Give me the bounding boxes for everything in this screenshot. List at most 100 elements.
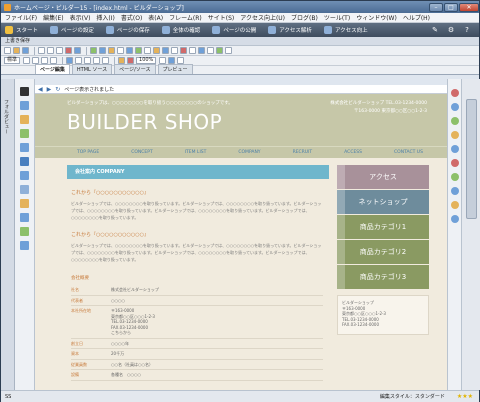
new-icon[interactable] [4,47,11,54]
vertical-scrollbar[interactable] [461,79,480,390]
image-icon[interactable] [90,47,97,54]
help-icon[interactable]: ? [463,26,471,34]
layout-icon[interactable] [126,47,133,54]
pin-icon[interactable]: ✎ [431,26,439,34]
tab-page-source[interactable]: ページ/ソース [114,64,156,74]
nav-company[interactable]: COMPANY [238,147,260,158]
align-right-icon[interactable] [84,57,92,64]
site-icon[interactable] [451,173,459,181]
wizard-icon[interactable] [216,47,223,54]
overwrite-save-bar[interactable]: 上書き保存 [1,37,479,46]
menu-insert[interactable]: 挿入(I) [96,13,114,22]
undo-icon[interactable] [65,47,72,54]
menu-frame[interactable]: フレーム(R) [169,13,202,22]
forward-icon[interactable]: ▶ [47,86,52,93]
color-icon[interactable] [180,47,187,54]
back-icon[interactable]: ◀ [38,86,43,93]
refresh-icon[interactable]: ↻ [55,86,60,93]
check-all-button[interactable]: 全体の確認 [161,26,200,34]
menu-blog[interactable]: ブログ(B) [291,13,318,22]
parts-icon[interactable] [135,47,142,54]
menu-file[interactable]: ファイル(F) [5,13,37,22]
table-icon[interactable] [108,47,115,54]
underline-icon[interactable] [50,57,58,64]
side-button-category-1[interactable]: 商品カテゴリ1 [337,215,429,239]
close-panel-icon[interactable] [20,87,29,96]
page-settings-button[interactable]: ページの設定 [50,26,94,34]
frame-icon[interactable] [20,143,29,152]
form-icon[interactable] [117,47,124,54]
site-logo[interactable]: BUILDER SHOP [67,110,222,134]
menu-window[interactable]: ウィンドウ(W) [356,13,397,22]
box-icon[interactable] [20,157,29,166]
zoom-select[interactable]: 100% [136,57,157,64]
arrow-icon[interactable] [20,101,29,110]
property-icon[interactable] [451,89,459,97]
brush-icon[interactable] [20,129,29,138]
wrench-icon[interactable]: ⚙ [447,26,455,34]
menu-view[interactable]: 表示(V) [70,13,91,22]
spell-icon[interactable] [198,47,205,54]
menu-edit[interactable]: 編集(E) [43,13,63,22]
redo-icon[interactable] [74,47,81,54]
tab-preview[interactable]: プレビュー [157,64,193,74]
save-icon[interactable] [22,47,29,54]
link-icon[interactable] [99,47,106,54]
start-button[interactable]: スタート [5,26,38,34]
parts-tool-icon[interactable] [20,227,29,236]
side-button-access[interactable]: アクセス [337,165,429,189]
menu-format[interactable]: 書式(O) [121,13,142,22]
indent-icon[interactable] [102,57,110,64]
nav-concept[interactable]: CONCEPT [131,147,153,158]
menu-tools[interactable]: ツール(T) [324,13,350,22]
style-icon[interactable] [153,47,160,54]
minimize-button[interactable]: – [429,2,443,12]
preview-icon[interactable] [162,47,169,54]
ruler-icon[interactable] [171,47,178,54]
folder-view-panel[interactable]: フォルダビュー [1,79,15,390]
nav-contact-us[interactable]: CONTACT US [394,147,423,158]
menu-help[interactable]: ヘルプ(H) [403,13,430,22]
align-center-icon[interactable] [75,57,83,64]
nav-item-list[interactable]: ITEM LIST [185,147,207,158]
globe-icon[interactable] [451,103,459,111]
copy-icon[interactable] [47,47,54,54]
anchor-icon[interactable] [168,57,176,64]
layer-icon[interactable] [20,171,29,180]
material-icon[interactable] [451,117,459,125]
highlight-icon[interactable] [127,57,135,64]
cut-icon[interactable] [38,47,45,54]
open-icon[interactable] [13,47,20,54]
page-save-button[interactable]: ページの保存 [105,26,150,34]
menu-site[interactable]: サイト(S) [208,13,235,22]
list-icon[interactable] [93,57,101,64]
seo-button[interactable]: アクセス向上 [323,26,368,34]
tab-html-source[interactable]: HTML ソース [71,64,113,74]
nav-access[interactable]: ACCESS [344,147,362,158]
text-color-icon[interactable] [118,57,126,64]
side-button-category-3[interactable]: 商品カテゴリ3 [337,265,429,289]
image-tool-icon[interactable] [20,199,29,208]
side-button-category-2[interactable]: 商品カテゴリ2 [337,240,429,264]
bold-icon[interactable] [32,57,40,64]
form-tool-icon[interactable] [20,241,29,250]
nav-top-page[interactable]: TOP PAGE [77,147,99,158]
maximize-button[interactable]: □ [444,2,458,12]
view-icon[interactable] [207,47,214,54]
tab-page-edit[interactable]: ページ編集 [35,64,70,74]
options-icon[interactable] [225,47,232,54]
font-icon[interactable] [23,57,31,64]
list-icon[interactable] [451,187,459,195]
find-icon[interactable] [189,47,196,54]
link-tool-icon[interactable] [20,213,29,222]
close-button[interactable]: ✕ [459,2,479,12]
menu-table[interactable]: 表(A) [148,13,163,22]
menu-access[interactable]: アクセス向上(U) [240,13,285,22]
italic-icon[interactable] [41,57,49,64]
tag-icon[interactable] [451,159,459,167]
style-select[interactable]: 標準 [4,57,21,64]
info-icon[interactable] [451,215,459,223]
analytics-button[interactable]: アクセス解析 [268,26,312,34]
side-button-netshop[interactable]: ネットショップ [337,190,429,214]
navi-icon[interactable] [451,145,459,153]
